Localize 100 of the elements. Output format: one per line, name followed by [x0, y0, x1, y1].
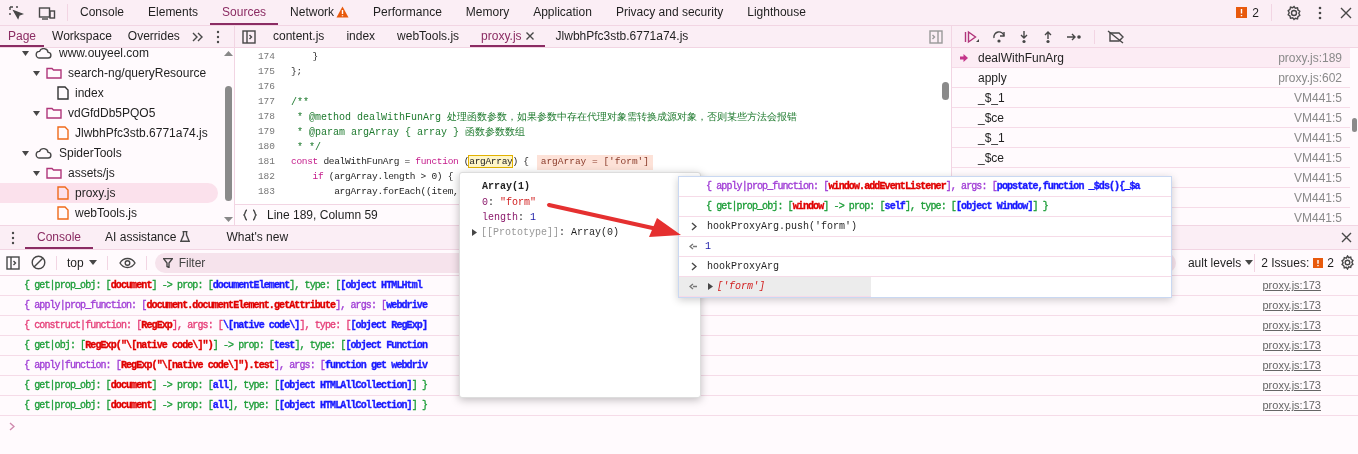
tree-item[interactable]: www.ouyeel.com — [0, 48, 218, 63]
scrollbar-thumb[interactable] — [1351, 118, 1357, 132]
dropdown-caret-icon — [1245, 260, 1254, 265]
result-text[interactable]: ['form'] — [717, 279, 765, 294]
close-icon[interactable] — [1341, 232, 1352, 243]
tree-item[interactable]: webTools.js — [0, 203, 218, 223]
settings-icon[interactable] — [1286, 4, 1302, 21]
line-number: 174 — [256, 50, 276, 65]
tree-item[interactable]: JlwbhPfc3stb.6771a74.js — [0, 123, 218, 143]
tab[interactable]: What's new — [214, 226, 301, 249]
call-frame[interactable]: _$_1 VM441:5 — [952, 128, 1350, 148]
prompt-icon[interactable] — [9, 421, 15, 431]
line-number: 183 — [256, 185, 276, 200]
tab[interactable]: AI assistance — [93, 226, 203, 249]
eye-icon[interactable] — [118, 256, 136, 269]
more-options-icon[interactable] — [1318, 5, 1322, 20]
context-dropdown[interactable]: top — [57, 253, 107, 272]
expand-caret-icon[interactable] — [472, 228, 477, 236]
tab[interactable]: Application — [521, 0, 604, 25]
tree-item[interactable]: assets/js — [0, 163, 218, 183]
sidebar-toggle-icon[interactable] — [929, 29, 943, 44]
close-icon[interactable] — [1340, 6, 1352, 19]
tree-item[interactable]: search-ng/queryResource — [0, 63, 218, 83]
tree-item[interactable]: vdGfdDb5PQO5 — [0, 103, 218, 123]
source-link[interactable]: proxy.js:173 — [1262, 297, 1321, 314]
log-message: { get|prop_obj: [document] -> prop: [documentElement], type: [[object HTMLHtml — [24, 279, 422, 293]
file-tab[interactable]: JlwbhPfc3stb.6771a74.js — [544, 26, 700, 47]
scrollbar-thumb[interactable] — [224, 86, 232, 201]
levels-dropdown[interactable]: ault levels — [1187, 253, 1254, 272]
call-frame[interactable]: _$ce VM441:5 — [952, 108, 1350, 128]
tab[interactable]: Overrides — [119, 26, 188, 47]
issue-icon — [1236, 7, 1248, 18]
line-number: 175 — [256, 65, 276, 80]
tab[interactable]: Workspace — [44, 26, 120, 47]
issues-counter[interactable]: 2 — [1236, 4, 1272, 21]
tab[interactable]: Memory — [453, 0, 522, 25]
code-line: }; — [291, 65, 302, 80]
scrollbar-thumb[interactable] — [941, 82, 949, 100]
format-icon[interactable] — [243, 209, 257, 221]
tab[interactable]: Performance — [361, 0, 454, 25]
tab[interactable]: Privacy and security — [603, 0, 736, 25]
clear-console-icon[interactable] — [31, 255, 46, 270]
prototype-row[interactable]: [[Prototype]]: Array(0) — [481, 224, 620, 240]
sidebar-toggle-icon[interactable] — [6, 255, 20, 270]
scroll-up-icon[interactable] — [223, 51, 233, 56]
resume-icon[interactable] — [964, 29, 980, 44]
log-message: { apply|prop_function: [window.addEventListener], args: [popstate,function _$ds(){_$a — [706, 180, 1140, 194]
step-out-icon[interactable] — [1042, 29, 1054, 44]
file-tab[interactable]: content.js — [262, 26, 336, 47]
source-link[interactable]: proxy.js:173 — [1262, 277, 1321, 294]
source-link[interactable]: proxy.js:173 — [1262, 397, 1321, 414]
step-into-icon[interactable] — [1018, 29, 1030, 44]
log-message: { get|obj: [RegExp("\[native code\]")] -> prop: [test], type: [[object Function — [24, 339, 427, 353]
tab[interactable]: Console — [68, 0, 137, 25]
call-frame[interactable]: _$_1 VM441:5 — [952, 88, 1350, 108]
tree-item[interactable]: proxy.js — [0, 183, 218, 203]
issues-button[interactable]: 2 Issues: 2 — [1254, 253, 1334, 272]
result-text: 1 — [705, 240, 711, 254]
tab[interactable]: Elements — [136, 0, 211, 25]
call-frame[interactable]: dealWithFunArg proxy.js:189 — [952, 48, 1350, 68]
source-link[interactable]: proxy.js:173 — [1262, 337, 1321, 354]
tab[interactable]: Page — [0, 26, 45, 47]
step-over-icon[interactable] — [992, 29, 1006, 44]
line-number: 181 — [256, 155, 276, 170]
file-tab[interactable]: webTools.js — [386, 26, 471, 47]
close-icon[interactable] — [525, 31, 534, 40]
sidebar-toggle-icon[interactable] — [242, 29, 256, 44]
property-row-text: 0: "form" — [482, 196, 538, 209]
dropdown-caret-icon — [88, 260, 97, 265]
source-link[interactable]: proxy.js:173 — [1262, 317, 1321, 334]
code-line: } — [311, 50, 318, 65]
deactivate-breakpoints-icon[interactable] — [1107, 29, 1125, 44]
settings-icon[interactable] — [1340, 255, 1355, 270]
code-line: * */ — [296, 140, 321, 155]
cloud-icon — [35, 147, 53, 159]
tab[interactable]: Lighthouse — [735, 0, 818, 25]
tab[interactable]: Console — [25, 226, 94, 249]
result-arrow-icon — [689, 283, 698, 290]
file-tab[interactable]: index — [335, 26, 387, 47]
tree-item[interactable]: index — [0, 83, 218, 103]
more-options-icon[interactable] — [11, 230, 15, 245]
inspect-icon[interactable] — [8, 4, 24, 21]
tab[interactable]: Network — [278, 0, 362, 25]
expand-caret-icon[interactable] — [708, 283, 713, 290]
device-icon[interactable] — [38, 4, 56, 21]
caret-icon — [33, 70, 40, 76]
current-frame-icon — [960, 53, 968, 62]
folder-icon — [46, 167, 62, 179]
tree-item[interactable]: SpiderTools — [0, 143, 218, 163]
inline-value: argArray = ['form'] — [536, 155, 653, 170]
log-message: { get|prop_obj: [document] -> prop: [all], type: [[object HTMLAllCollection]] } — [24, 379, 428, 393]
source-link[interactable]: proxy.js:173 — [1262, 357, 1321, 374]
chevron-double-icon[interactable] — [191, 31, 204, 42]
scroll-down-icon[interactable] — [223, 217, 233, 222]
source-link[interactable]: proxy.js:173 — [1262, 377, 1321, 394]
call-frame[interactable]: apply proxy.js:602 — [952, 68, 1350, 88]
call-frame[interactable]: _$ce VM441:5 — [952, 148, 1350, 168]
more-options-icon[interactable] — [215, 29, 220, 44]
line-number: 182 — [256, 170, 276, 185]
code-line: /** — [291, 95, 309, 110]
